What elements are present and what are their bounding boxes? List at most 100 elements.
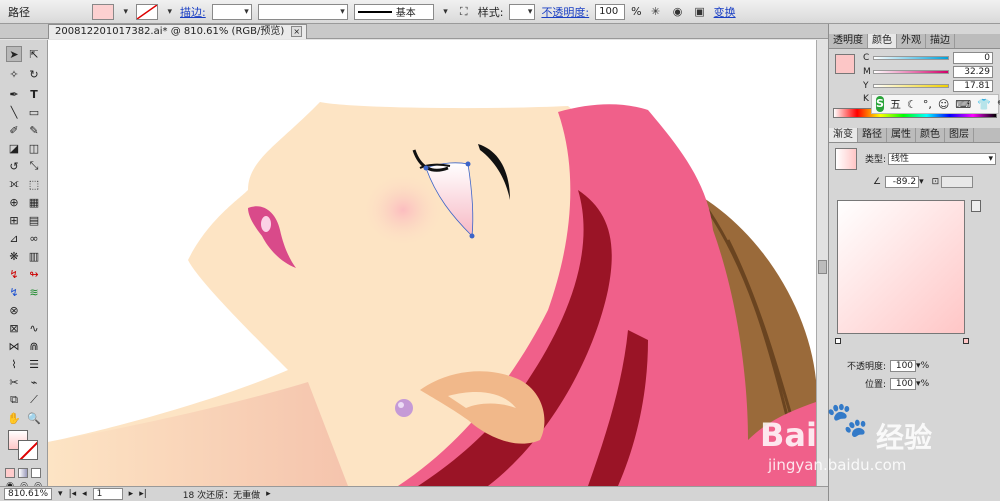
- channel-c-slider[interactable]: [873, 56, 949, 60]
- shape-builder-tool-icon[interactable]: ⊕: [6, 194, 22, 210]
- width-tool-icon[interactable]: ⟗: [6, 176, 22, 192]
- scissors-tool-icon[interactable]: ⌁: [26, 374, 42, 390]
- list-tool-icon[interactable]: ☰: [26, 356, 42, 372]
- channel-c-field[interactable]: 0: [953, 52, 993, 64]
- rectangle-tool-icon[interactable]: ▭: [26, 104, 42, 120]
- scale-tool-icon[interactable]: ⤡: [26, 158, 42, 174]
- brush-options-icon[interactable]: ⛶: [456, 4, 472, 20]
- symbol-sprayer-tool-icon[interactable]: ❋: [6, 248, 22, 264]
- tab-appearance[interactable]: 外观: [897, 34, 926, 48]
- keyboard-icon[interactable]: ⌨: [955, 98, 971, 111]
- knife-tool-icon[interactable]: ✂: [6, 374, 22, 390]
- color-mode-button[interactable]: [5, 468, 15, 478]
- tab-gradient[interactable]: 渐变: [829, 128, 858, 142]
- stop-opacity-field[interactable]: 100: [890, 359, 917, 372]
- none-mode-button[interactable]: [31, 468, 41, 478]
- transform-link[interactable]: 变换: [714, 4, 736, 20]
- target-tool-icon[interactable]: ⊗: [6, 302, 22, 318]
- smile-icon[interactable]: ☺: [938, 98, 949, 111]
- selection-tool-icon[interactable]: ➤: [6, 46, 22, 62]
- warp-tool-2-icon[interactable]: ∿: [26, 320, 42, 336]
- column-graph-tool-icon[interactable]: ▥: [26, 248, 42, 264]
- next-artboard-icon[interactable]: ▸: [129, 489, 134, 499]
- gradient-preview[interactable]: [837, 200, 965, 334]
- tab-pathfinder[interactable]: 路径: [858, 128, 887, 142]
- channel-y-field[interactable]: 17.81: [953, 80, 993, 92]
- scroll-thumb[interactable]: [818, 260, 827, 274]
- zoom-tool-icon[interactable]: 🔍: [26, 410, 42, 426]
- align-icon[interactable]: ▣: [692, 4, 708, 20]
- isolate-icon[interactable]: ◉: [670, 4, 686, 20]
- moon-icon[interactable]: ☾: [907, 98, 917, 111]
- red-tool-1-icon[interactable]: ↯: [6, 266, 22, 282]
- channel-m-field[interactable]: 32.29: [953, 66, 993, 78]
- stroke-swatch[interactable]: [136, 3, 158, 20]
- perspective-grid-tool-icon[interactable]: ▦: [26, 194, 42, 210]
- artboard-canvas[interactable]: [48, 40, 816, 486]
- punctuation-icon[interactable]: °,: [923, 98, 932, 111]
- blend-tool-icon[interactable]: ∞: [26, 230, 42, 246]
- aspect-ratio-field[interactable]: [941, 176, 974, 188]
- slice-tool-icon[interactable]: ⟋: [26, 392, 42, 408]
- tab-stroke[interactable]: 描边: [926, 34, 955, 48]
- document-tab[interactable]: 200812201017382.ai* @ 810.61% (RGB/预览) ×: [48, 24, 308, 39]
- opacity-link[interactable]: 不透明度:: [541, 4, 589, 20]
- stroke-style-field[interactable]: 基本: [353, 3, 434, 20]
- hand-tool-icon[interactable]: ✋: [6, 410, 22, 426]
- close-tab-icon[interactable]: ×: [291, 26, 303, 37]
- tab-transparency[interactable]: 透明度: [829, 34, 868, 48]
- pen-tool-icon[interactable]: ✒: [6, 86, 22, 102]
- graphic-style-select[interactable]: ▾: [509, 3, 536, 20]
- gradient-tool-icon[interactable]: ▤: [26, 212, 42, 228]
- gradient-swatch[interactable]: [835, 148, 857, 170]
- line-tool-icon[interactable]: ╲: [6, 104, 22, 120]
- artboard-field[interactable]: 1: [92, 488, 123, 500]
- fill-dropdown[interactable]: ▾: [120, 4, 130, 20]
- recolor-icon[interactable]: ✳: [648, 4, 664, 20]
- tab-color[interactable]: 颜色: [868, 34, 897, 48]
- warp-tool-1-icon[interactable]: ⊠: [6, 320, 22, 336]
- zoom-field[interactable]: 810.61%: [4, 488, 53, 500]
- stroke-color-box[interactable]: [18, 440, 38, 460]
- angle-dropdown-icon[interactable]: ▾: [919, 177, 924, 187]
- stroke-dropdown[interactable]: ▾: [164, 4, 174, 20]
- fill-swatch[interactable]: [92, 3, 114, 20]
- first-artboard-icon[interactable]: |◂: [69, 489, 77, 499]
- crystallize-tool-icon[interactable]: ⋈: [6, 338, 22, 354]
- status-menu-icon[interactable]: ▸: [266, 489, 271, 499]
- stroke-weight-select[interactable]: ▾: [211, 3, 252, 20]
- artboard-tool-icon[interactable]: ⧉: [6, 392, 22, 408]
- green-tool-icon[interactable]: ≋: [26, 284, 42, 300]
- zoom-dropdown-icon[interactable]: ▾: [58, 489, 63, 499]
- gradient-type-select[interactable]: 线性 ▾: [888, 152, 997, 165]
- stroke-link[interactable]: 描边:: [180, 4, 206, 20]
- gradient-trash-icon[interactable]: [971, 200, 981, 212]
- channel-y-slider[interactable]: [873, 84, 949, 88]
- mesh-tool-icon[interactable]: ⊞: [6, 212, 22, 228]
- eraser-tool-icon[interactable]: ◫: [26, 140, 42, 156]
- gradient-angle-field[interactable]: -89.2: [885, 176, 920, 188]
- ime-mode[interactable]: 五: [890, 96, 901, 112]
- lasso-tool-icon[interactable]: ↻: [26, 66, 42, 82]
- rotate-tool-icon[interactable]: ↺: [6, 158, 22, 174]
- free-transform-tool-icon[interactable]: ⬚: [26, 176, 42, 192]
- gradient-mode-button[interactable]: [18, 468, 28, 478]
- shirt-icon[interactable]: 👕: [977, 98, 991, 111]
- graph-line-tool-icon[interactable]: ⌇: [6, 356, 22, 372]
- stroke-style-dropdown[interactable]: ▾: [440, 4, 450, 20]
- eyedropper-tool-icon[interactable]: ⊿: [6, 230, 22, 246]
- direct-selection-tool-icon[interactable]: ⇱: [26, 46, 42, 62]
- gradient-stop-left[interactable]: [835, 338, 841, 344]
- tab-color-2[interactable]: 颜色: [916, 128, 945, 142]
- paintbrush-tool-icon[interactable]: ✐: [6, 122, 22, 138]
- variable-width-select[interactable]: ▾: [257, 3, 348, 20]
- type-tool-icon[interactable]: T: [26, 86, 42, 102]
- tab-layers[interactable]: 图层: [945, 128, 974, 142]
- channel-m-slider[interactable]: [873, 70, 949, 74]
- last-artboard-icon[interactable]: ▸|: [139, 489, 147, 499]
- opacity-field[interactable]: 100: [595, 3, 626, 20]
- magic-wand-tool-icon[interactable]: ✧: [6, 66, 22, 82]
- gradient-stop-right[interactable]: [963, 338, 969, 344]
- wrinkle-tool-icon[interactable]: ⋒: [26, 338, 42, 354]
- color-panel-fill-swatch[interactable]: [835, 54, 855, 74]
